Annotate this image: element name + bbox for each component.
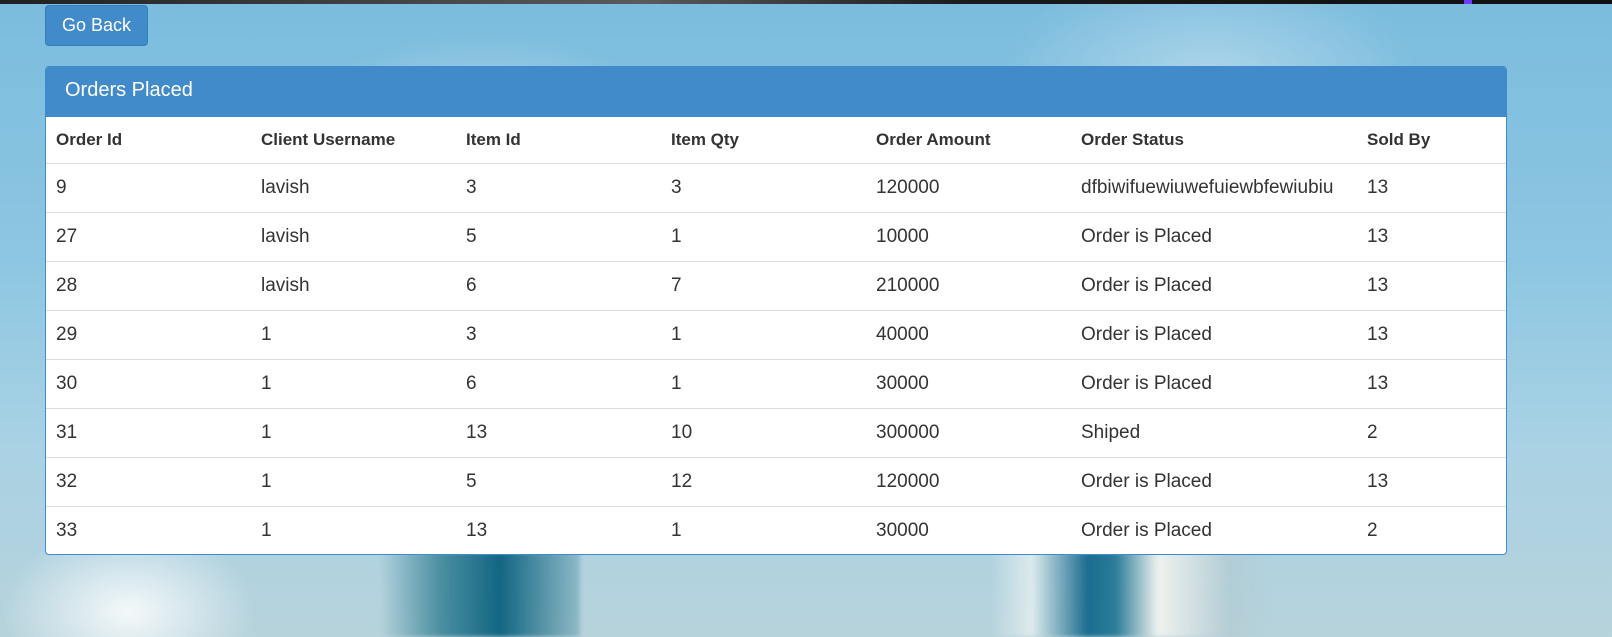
table-row: 28 lavish 6 7 210000 Order is Placed 13 [46,261,1506,311]
orders-table: Order Id Client Username Item Id Item Qt… [46,117,1506,554]
cell-order-amount: 30000 [866,506,1071,554]
cell-item-id: 3 [456,163,661,213]
cell-sold-by: 13 [1357,310,1506,360]
cell-item-id: 13 [456,408,661,458]
cell-order-status: Order is Placed [1071,212,1357,262]
table-row: 30 1 6 1 30000 Order is Placed 13 [46,359,1506,409]
cell-item-qty: 1 [661,310,866,360]
column-header-client-username: Client Username [261,130,396,149]
column-header-order-id: Order Id [56,130,123,149]
cell-sold-by: 13 [1357,163,1506,213]
cell-order-amount: 120000 [866,163,1071,213]
cell-item-qty: 12 [661,457,866,507]
cell-order-amount: 210000 [866,261,1071,311]
cell-sold-by: 2 [1357,408,1506,458]
cell-order-amount: 120000 [866,457,1071,507]
panel-title: Orders Placed [46,67,1506,117]
table-row: 9 lavish 3 3 120000 dfbiwifuewiuwefuiewb… [46,163,1506,213]
browser-top-bar [0,0,1612,4]
cell-client-username: 1 [251,408,456,458]
cell-order-status: Order is Placed [1071,261,1357,311]
cell-order-amount: 10000 [866,212,1071,262]
cell-client-username: 1 [251,457,456,507]
cell-client-username: 1 [251,310,456,360]
cell-order-id: 32 [46,457,251,507]
background-decoration [380,552,580,637]
cell-item-qty: 3 [661,163,866,213]
cell-item-id: 6 [456,261,661,311]
table-row: 32 1 5 12 120000 Order is Placed 13 [46,457,1506,507]
cell-order-id: 27 [46,212,251,262]
cell-item-qty: 1 [661,212,866,262]
cell-order-id: 28 [46,261,251,311]
cell-order-id: 9 [46,163,251,213]
orders-panel: Orders Placed Order Id Client Username I… [45,66,1507,555]
cell-order-amount: 40000 [866,310,1071,360]
go-back-button[interactable]: Go Back [45,5,149,46]
table-row: 27 lavish 5 1 10000 Order is Placed 13 [46,212,1506,262]
table-row: 29 1 3 1 40000 Order is Placed 13 [46,310,1506,360]
cell-item-id: 6 [456,359,661,409]
cell-item-qty: 7 [661,261,866,311]
cell-item-qty: 10 [661,408,866,458]
cell-item-qty: 1 [661,359,866,409]
cell-order-id: 30 [46,359,251,409]
cell-order-status: Order is Placed [1071,359,1357,409]
cell-order-id: 29 [46,310,251,360]
column-header-item-qty: Item Qty [671,130,740,149]
cell-order-id: 33 [46,506,251,554]
top-bar-accent [1464,0,1472,4]
cell-order-amount: 30000 [866,359,1071,409]
cell-sold-by: 13 [1357,457,1506,507]
cell-client-username: 1 [251,506,456,554]
cell-item-id: 5 [456,212,661,262]
cell-order-status: Order is Placed [1071,457,1357,507]
cell-sold-by: 13 [1357,261,1506,311]
table-header-row: Order Id Client Username Item Id Item Qt… [46,117,1506,164]
cell-sold-by: 2 [1357,506,1506,554]
cell-client-username: lavish [251,163,456,213]
table-row: 33 1 13 1 30000 Order is Placed 2 [46,506,1506,554]
background-decoration [990,552,1270,637]
column-header-item-id: Item Id [466,130,521,149]
cell-client-username: lavish [251,212,456,262]
cell-client-username: 1 [251,359,456,409]
cell-sold-by: 13 [1357,359,1506,409]
cell-order-status: Order is Placed [1071,310,1357,360]
cell-item-id: 5 [456,457,661,507]
cell-item-id: 13 [456,506,661,554]
cell-order-amount: 300000 [866,408,1071,458]
column-header-sold-by: Sold By [1367,130,1431,149]
cell-order-id: 31 [46,408,251,458]
cell-order-status: dfbiwifuewiuwefuiewbfewiubiu [1071,163,1357,213]
cell-sold-by: 13 [1357,212,1506,262]
cell-client-username: lavish [251,261,456,311]
cell-order-status: Shiped [1071,408,1357,458]
cell-item-id: 3 [456,310,661,360]
cell-order-status: Order is Placed [1071,506,1357,554]
column-header-order-status: Order Status [1081,130,1184,149]
cell-item-qty: 1 [661,506,866,554]
column-header-order-amount: Order Amount [876,130,991,149]
table-row: 31 1 13 10 300000 Shiped 2 [46,408,1506,458]
